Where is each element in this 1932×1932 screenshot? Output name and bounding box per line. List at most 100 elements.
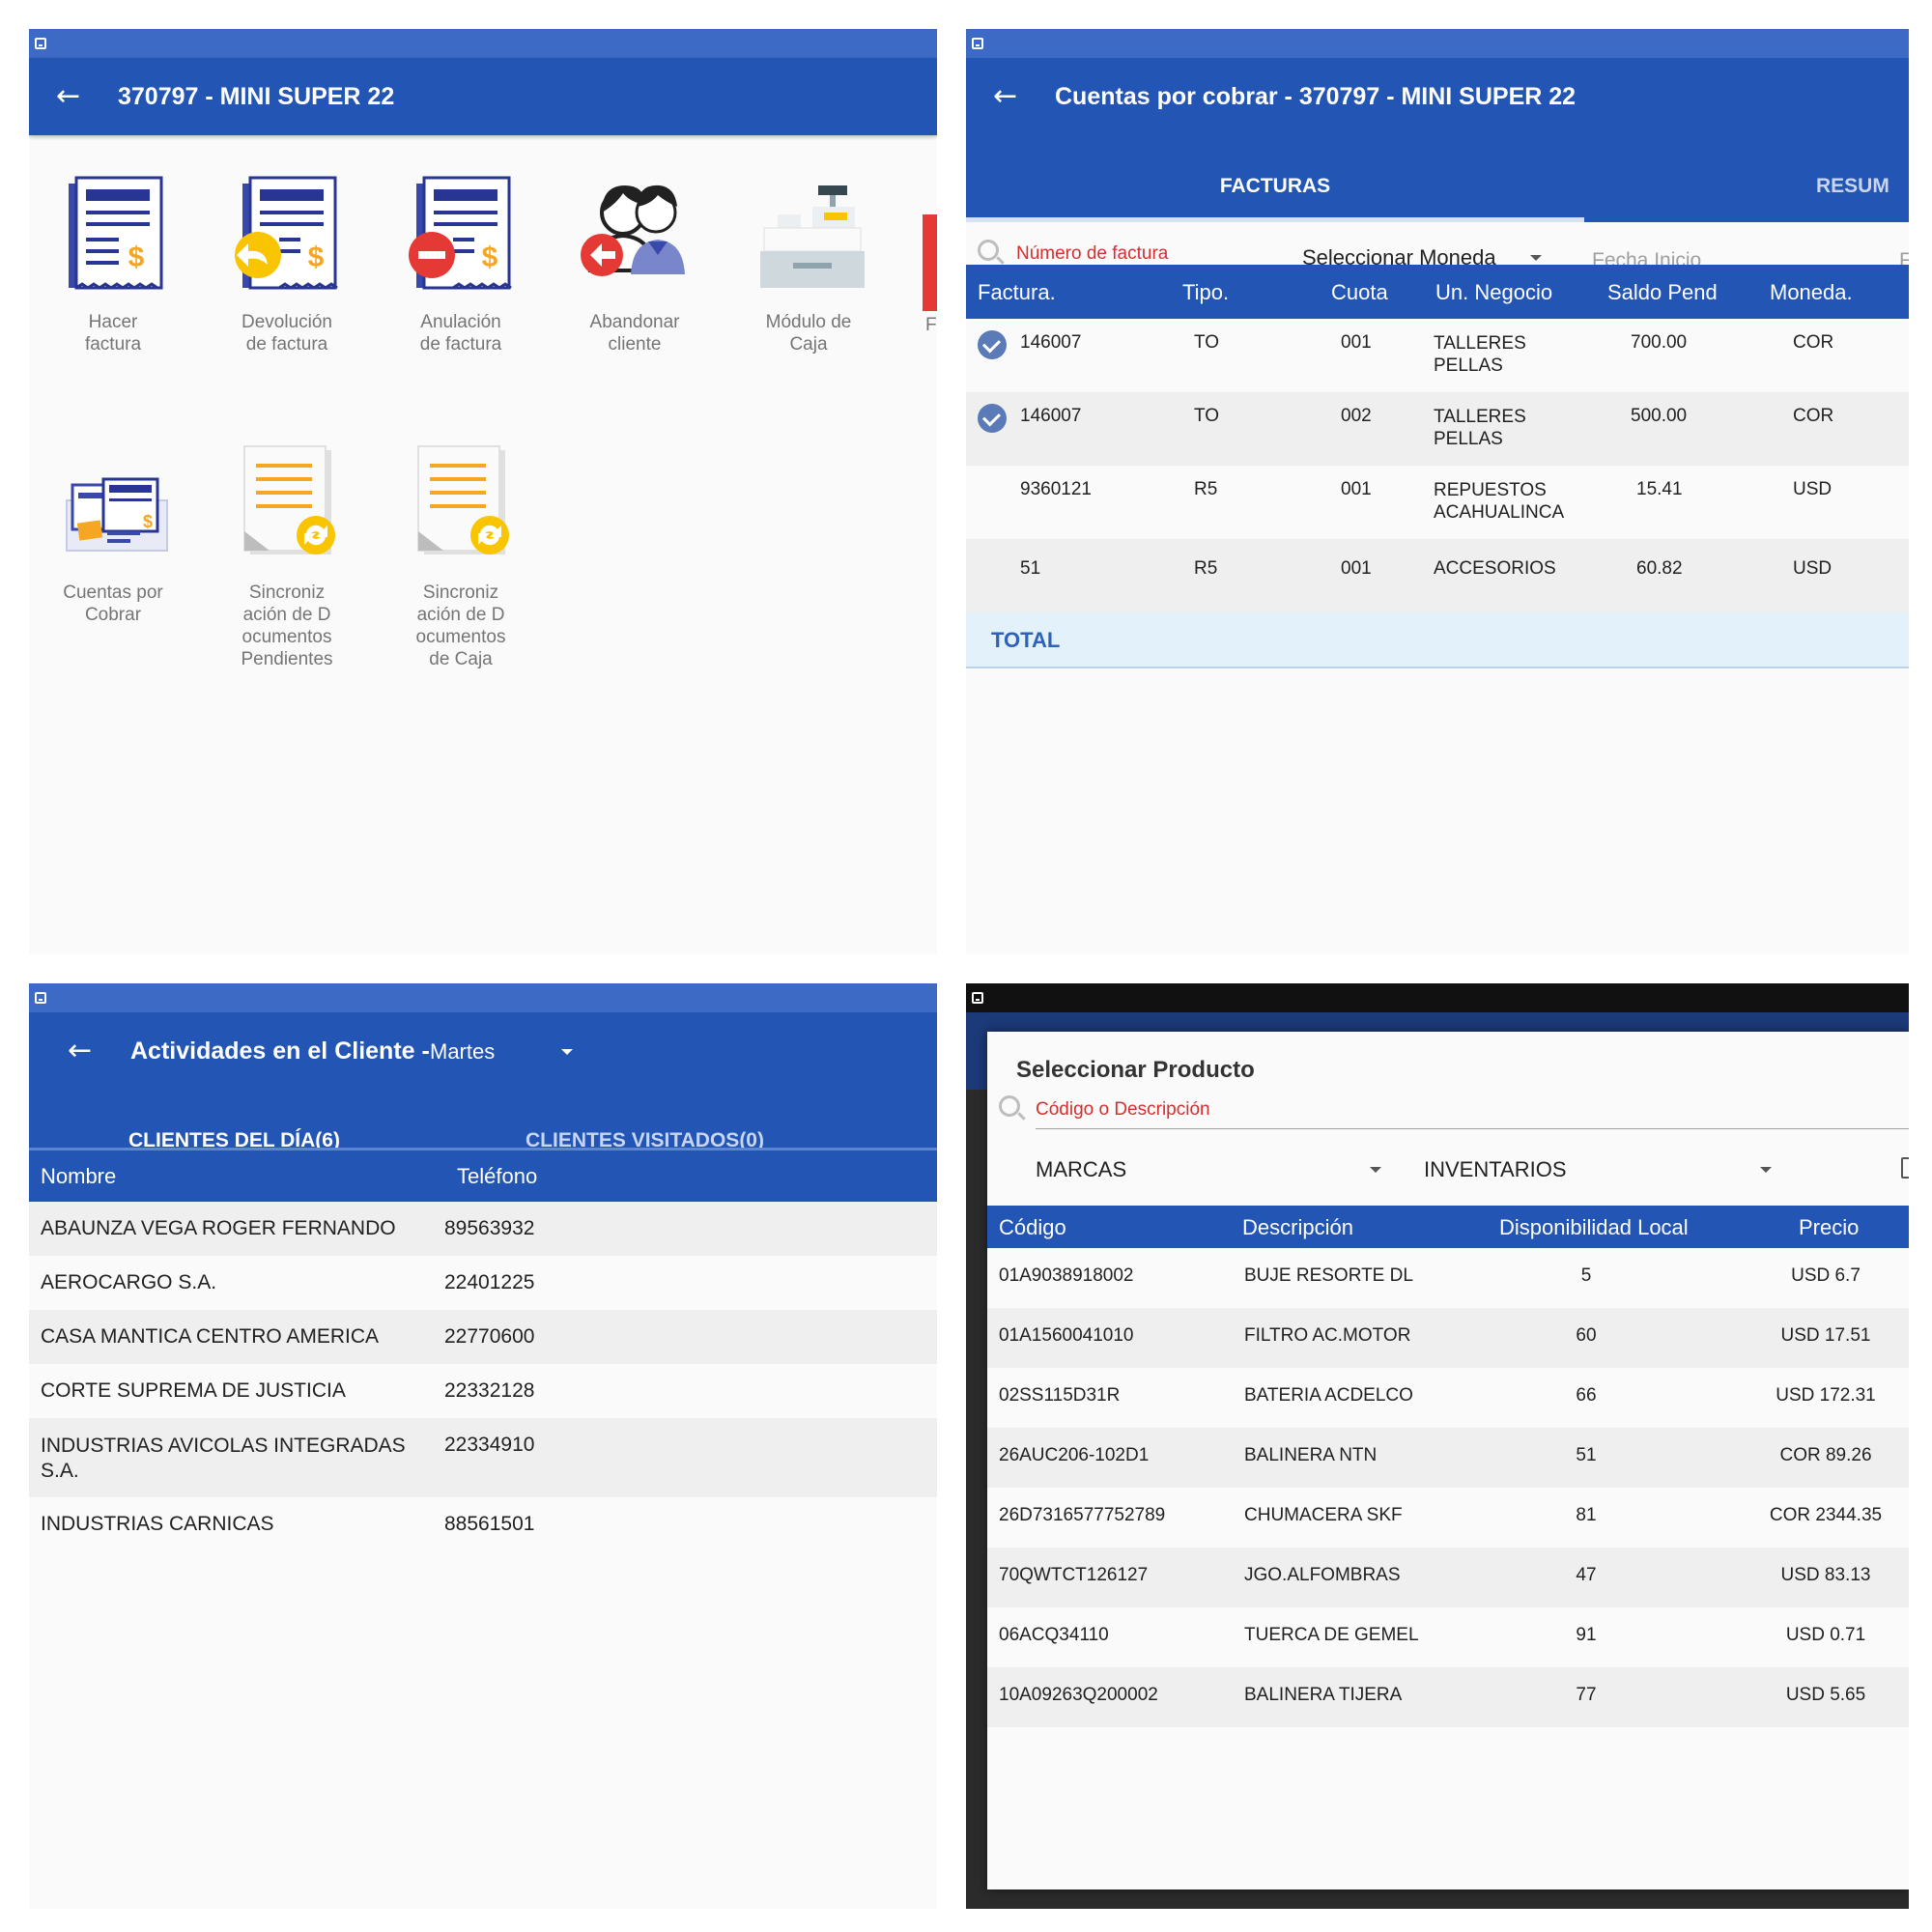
column-header[interactable]: Disponibilidad Local [1499,1215,1689,1240]
table-row[interactable]: ABAUNZA VEGA ROGER FERNANDO 89563932 [29,1202,937,1256]
pending-balance: 60.82 [1636,558,1683,579]
tab-facturas[interactable]: FACTURAS [966,158,1584,222]
invoice-number: 146007 [1020,406,1082,426]
column-header[interactable]: Saldo Pend [1607,280,1718,305]
column-header[interactable]: Código [999,1215,1066,1240]
product-row[interactable]: 26AUC206-102D1 BALINERA NTN 51 COR 89.26 [987,1428,1909,1488]
business-unit: TALLERES PELLAS [1434,407,1526,449]
chevron-down-icon [1530,255,1542,261]
invoice-cancel-button[interactable]: $ Anulación de factura [388,174,533,355]
product-availability: 81 [1576,1505,1597,1525]
product-row[interactable]: 70QWTCT126127 JGO.ALFOMBRAS 47 USD 83.13 [987,1548,1909,1607]
table-row[interactable]: 9360121 R5 001 REPUESTOS ACAHUALINCA 15.… [966,466,1909,539]
invoice-icon: $ [55,174,171,299]
select-product-dialog: Seleccionar Producto Código o Descripció… [987,1032,1909,1889]
input-underline [1036,1128,1909,1129]
table-row[interactable]: INDUSTRIAS CARNICAS 88561501 [29,1497,937,1551]
invoice-number: 9360121 [1020,479,1092,499]
product-availability: 47 [1576,1565,1597,1585]
invoice-number: 51 [1020,558,1041,579]
total-label: TOTAL [991,628,1061,652]
checked-icon[interactable] [978,404,1007,433]
product-row[interactable]: 26D7316577752789 CHUMACERA SKF 81 COR 2344.… [987,1488,1909,1548]
svg-text:$: $ [128,242,145,273]
select-product-screen: Seleccionar Producto Código o Descripció… [966,983,1909,1909]
product-availability: 91 [1576,1625,1597,1645]
column-header[interactable]: Moneda. [1770,280,1853,305]
client-name: INDUSTRIAS AVICOLAS INTEGRADAS S.A. [41,1435,406,1482]
table-row[interactable]: 146007 TO 001 TALLERES PELLAS 700.00 COR [966,319,1909,392]
table-row[interactable]: 146007 TO 002 TALLERES PELLAS 500.00 COR [966,392,1909,466]
accounts-receivable-button[interactable]: $ Cuentas por Cobrar [41,444,185,626]
filter-checkbox[interactable] [1901,1157,1909,1179]
column-header[interactable]: Nombre [41,1164,116,1189]
tab-resumen[interactable]: RESUM [1816,158,1909,222]
invoice-number-input[interactable]: Número de factura [1016,243,1168,265]
column-header[interactable]: Factura. [978,280,1056,305]
table-row[interactable]: 51 R5 001 ACCESORIOS 60.82 USD [966,539,1909,612]
table-header: Código Descripción Disponibilidad Local … [987,1206,1909,1248]
table-row[interactable]: INDUSTRIAS AVICOLAS INTEGRADAS S.A. 2233… [29,1418,937,1497]
product-search-input[interactable]: Código o Descripción [1036,1099,1210,1121]
product-row[interactable]: 06ACQ34110 TUERCA DE GEMEL 91 USD 0.71 [987,1607,1909,1667]
column-header[interactable]: Tipo. [1182,280,1229,305]
product-description: BATERIA ACDELCO [1244,1385,1413,1406]
column-header[interactable]: Teléfono [457,1164,537,1189]
chevron-down-icon[interactable] [561,1049,573,1055]
table-row[interactable]: CASA MANTICA CENTRO AMERICA 22770600 [29,1310,937,1364]
product-row[interactable]: 01A9038918002 BUJE RESORTE DL 5 USD 6.7 [987,1248,1909,1308]
product-price: USD 17.51 [1780,1325,1871,1346]
table-row[interactable]: AEROCARGO S.A. 22401225 [29,1256,937,1310]
chevron-down-icon[interactable] [1760,1167,1772,1173]
table-row[interactable]: CORTE SUPREMA DE JUSTICIA 22332128 [29,1364,937,1418]
column-header[interactable]: Descripción [1242,1215,1353,1240]
partial-tile-label: F [925,315,937,335]
product-row[interactable]: 01A1560041010 FILTRO AC.MOTOR 60 USD 17.51 [987,1308,1909,1368]
page-title: 370797 - MINI SUPER 22 [118,83,395,110]
invoice-type: R5 [1194,479,1218,499]
back-arrow-icon[interactable]: ← [56,79,80,114]
client-name: AEROCARGO S.A. [41,1271,217,1293]
client-name: CASA MANTICA CENTRO AMERICA [41,1325,380,1348]
column-header[interactable]: Cuota [1331,280,1388,305]
tab-bar: FACTURAS RESUM [966,158,1909,222]
page-title: Cuentas por cobrar - 370797 - MINI SUPER… [1055,83,1577,110]
product-description: CHUMACERA SKF [1244,1505,1403,1525]
client-activities-screen: ← Actividades en el Cliente - Martes CLI… [29,983,937,1909]
product-row[interactable]: 10A09263Q200002 BALINERA TIJERA 77 USD 5.65 [987,1667,1909,1727]
currency: COR [1793,332,1834,353]
svg-text:$: $ [482,242,498,273]
sync-cash-documents-button[interactable]: Sincroniz ación de D ocumentos de Caja [388,444,533,670]
day-select[interactable]: Martes [430,1039,495,1065]
sync-cash-documents-icon [403,444,519,570]
column-header[interactable]: Un. Negocio [1435,280,1552,305]
leave-client-button[interactable]: Abandonar cliente [562,174,707,355]
accounts-receivable-icon: $ [55,444,171,570]
currency: USD [1793,558,1833,579]
checked-icon[interactable] [978,330,1007,359]
back-arrow-icon[interactable]: ← [993,79,1017,114]
client-menu-screen: ← 370797 - MINI SUPER 22 $ Hacer factura [29,29,937,954]
product-code: 01A1560041010 [999,1325,1134,1346]
invoice-return-button[interactable]: $ Devolución de factura [214,174,359,355]
product-availability: 5 [1580,1265,1592,1286]
chevron-down-icon[interactable] [1370,1167,1381,1173]
sync-pending-documents-button[interactable]: Sincroniz ación de D ocumentos Pendiente… [214,444,359,670]
cash-module-button[interactable]: Módulo de Caja [736,174,881,355]
product-code: 02SS115D31R [999,1385,1121,1406]
tile-label: Cuentas por Cobrar [63,582,163,625]
product-code: 26AUC206-102D1 [999,1445,1150,1465]
status-bar [29,983,937,1012]
inventories-select[interactable]: INVENTARIOS [1424,1157,1567,1182]
tile-label: Módulo de Caja [765,312,852,355]
product-code: 06ACQ34110 [999,1625,1109,1645]
partial-tile-icon[interactable] [923,214,937,311]
back-arrow-icon[interactable]: ← [68,1034,92,1068]
client-phone: 22332128 [444,1379,535,1402]
product-row[interactable]: 02SS115D31R BATERIA ACDELCO 66 USD 172.31 [987,1368,1909,1428]
app-bar: ← 370797 - MINI SUPER 22 [29,58,937,135]
make-invoice-button[interactable]: $ Hacer factura [41,174,185,355]
brands-select[interactable]: MARCAS [1036,1157,1126,1182]
column-header[interactable]: Precio [1799,1215,1859,1240]
client-name: CORTE SUPREMA DE JUSTICIA [41,1379,346,1402]
